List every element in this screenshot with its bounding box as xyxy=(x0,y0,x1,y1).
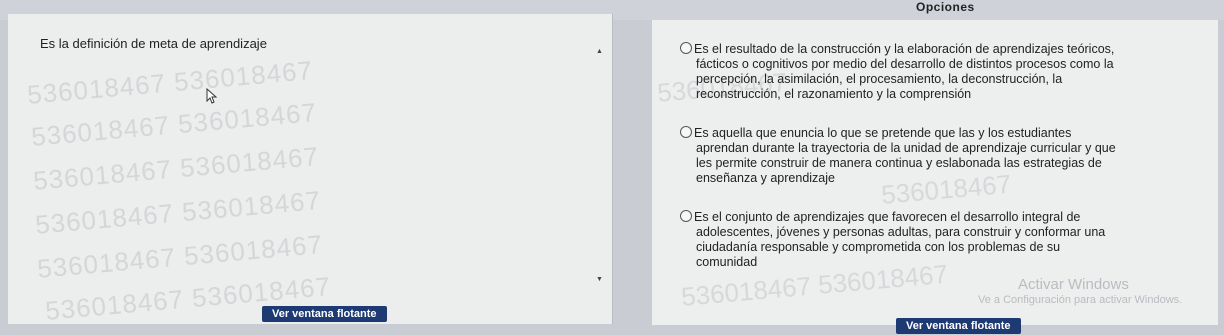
option-1-line3: percepción, la asimilación, el procesami… xyxy=(696,72,1063,86)
option-3-line3: ciudadanía responsable y comprometida co… xyxy=(696,240,1061,254)
option-2-line4: enseñanza y aprendizaje xyxy=(696,171,835,185)
option-1-line2: fácticos o cognitivos por medio del desa… xyxy=(696,57,1114,71)
option-2-line2: aprendan durante la trayectoria de la un… xyxy=(696,141,1116,155)
option-3-line4: comunidad xyxy=(696,255,758,269)
option-2-line3: les permite construir de manera continua… xyxy=(696,156,1102,170)
option-1-line4: reconstrucción, el razonamiento y la com… xyxy=(696,87,972,101)
option-2[interactable]: Es aquella que enuncia lo que se pretend… xyxy=(680,126,1200,186)
question-scrollbar[interactable]: ▲ ▼ xyxy=(588,48,606,288)
activate-windows-subtitle: Ve a Configuración para activar Windows. xyxy=(978,294,1183,306)
scroll-up-icon[interactable]: ▲ xyxy=(596,48,603,55)
radio-option-3[interactable] xyxy=(680,210,692,222)
option-1-line1: Es el resultado de la construcción y la … xyxy=(680,42,1200,57)
mouse-cursor-icon xyxy=(206,88,218,104)
option-3-line1: Es el conjunto de aprendizajes que favor… xyxy=(680,210,1200,225)
activate-windows-title: Activar Windows xyxy=(1018,276,1129,293)
question-text: Es la definición de meta de aprendizaje xyxy=(40,36,267,51)
float-window-button-left[interactable]: Ver ventana flotante xyxy=(262,306,387,322)
radio-option-2[interactable] xyxy=(680,126,692,138)
question-panel xyxy=(8,14,613,324)
options-title: Opciones xyxy=(916,0,975,14)
option-2-line1: Es aquella que enuncia lo que se pretend… xyxy=(680,126,1200,141)
float-window-button-right[interactable]: Ver ventana flotante xyxy=(896,318,1021,334)
option-1[interactable]: Es el resultado de la construcción y la … xyxy=(680,42,1200,102)
scroll-down-icon[interactable]: ▼ xyxy=(596,276,603,283)
radio-option-1[interactable] xyxy=(680,42,692,54)
option-3-line2: adolescentes, jóvenes y personas adultas… xyxy=(696,225,1106,239)
option-3[interactable]: Es el conjunto de aprendizajes que favor… xyxy=(680,210,1200,270)
